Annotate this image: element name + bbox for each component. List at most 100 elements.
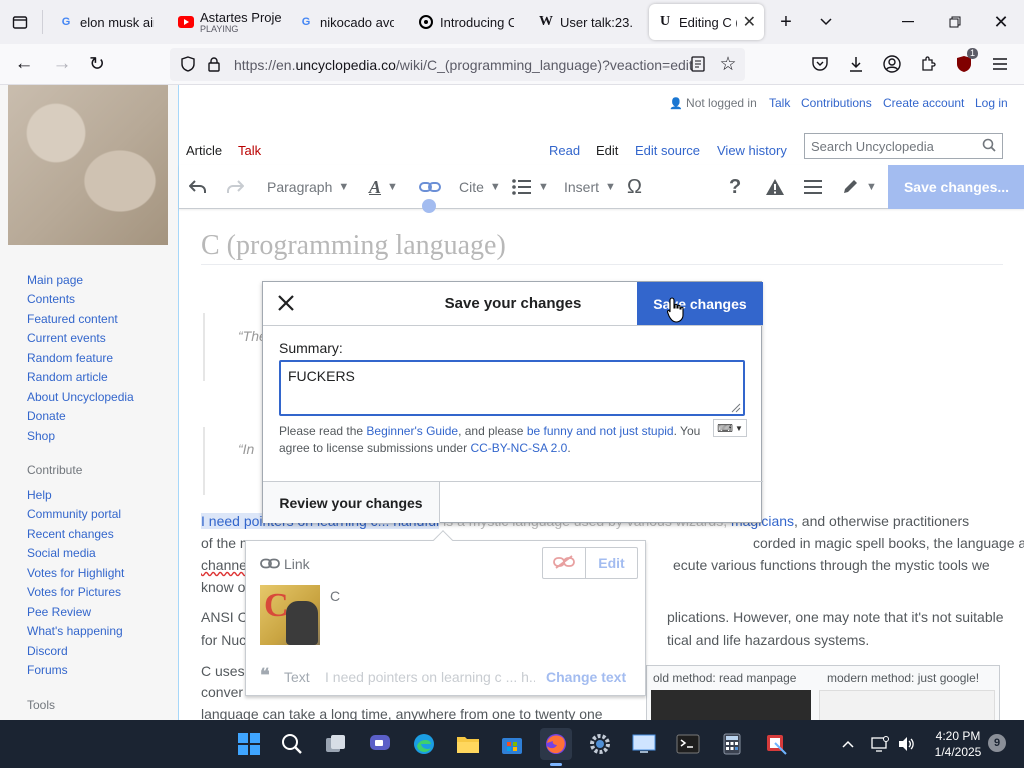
forward-icon[interactable]: →	[50, 52, 74, 76]
sidebar-item-discord[interactable]: Discord	[27, 644, 68, 658]
sidebar-item-featured-content[interactable]: Featured content	[27, 312, 118, 326]
insert-dropdown[interactable]: Insert ▼	[564, 165, 616, 209]
sidebar-item-donate[interactable]: Donate	[27, 409, 66, 423]
pocket-icon[interactable]	[808, 52, 832, 76]
contributions-link[interactable]: Contributions	[801, 96, 872, 110]
back-icon[interactable]: ←	[12, 52, 36, 76]
tab-list-chevron-icon[interactable]	[814, 10, 838, 34]
tab-google-elon[interactable]: G elon musk air	[50, 4, 162, 40]
task-view-icon[interactable]	[320, 728, 352, 760]
chat-icon[interactable]	[364, 728, 396, 760]
close-dialog-button[interactable]	[263, 282, 309, 325]
extensions-icon[interactable]	[916, 52, 940, 76]
edit-mode-switch[interactable]: ▼	[842, 165, 877, 209]
minimize-icon[interactable]	[896, 10, 920, 34]
help-icon[interactable]: ?	[729, 165, 741, 209]
close-window-icon[interactable]: ✕	[989, 10, 1013, 34]
tab-wikipedia[interactable]: W User talk:23.1	[530, 4, 642, 40]
save-changes-toolbar-button[interactable]: Save changes...	[888, 165, 1024, 209]
tab-edit-source[interactable]: Edit source	[635, 143, 700, 158]
url-bar[interactable]: https://en.uncyclopedia.co/wiki/C_(progr…	[170, 48, 745, 81]
save-changes-button[interactable]: Save changes	[637, 282, 763, 325]
tracking-shield-icon[interactable]	[178, 54, 198, 74]
sidebar-item-social-media[interactable]: Social media	[27, 546, 96, 560]
account-icon[interactable]	[880, 52, 904, 76]
bookmark-star-icon[interactable]: ☆	[717, 53, 739, 75]
lock-icon[interactable]	[204, 54, 224, 74]
file-explorer-icon[interactable]	[452, 728, 484, 760]
sidebar-item-forums[interactable]: Forums	[27, 663, 68, 677]
edge-icon[interactable]	[408, 728, 440, 760]
review-changes-button[interactable]: Review your changes	[263, 482, 440, 523]
sidebar-item-current-events[interactable]: Current events	[27, 331, 106, 345]
notices-warning-icon[interactable]	[765, 165, 785, 209]
tab-openai[interactable]: Introducing C	[410, 4, 522, 40]
snip-sketch-icon[interactable]	[760, 728, 792, 760]
tab-overview-icon[interactable]	[8, 10, 32, 34]
network-icon[interactable]	[868, 728, 892, 760]
sidebar-item-random-feature[interactable]: Random feature	[27, 351, 113, 365]
undo-icon[interactable]	[189, 165, 207, 209]
sidebar-item-help[interactable]: Help	[27, 488, 52, 502]
tab-edit[interactable]: Edit	[596, 143, 618, 158]
sidebar-item-shop[interactable]: Shop	[27, 429, 55, 443]
start-windows-icon[interactable]	[233, 728, 265, 760]
wiki-search-input[interactable]: Search Uncyclopedia	[804, 133, 1003, 159]
url-text[interactable]: https://en.uncyclopedia.co/wiki/C_(progr…	[234, 57, 693, 73]
clock[interactable]: 4:20 PM 1/4/2025	[925, 728, 991, 760]
sidebar-item-about[interactable]: About Uncyclopedia	[27, 390, 134, 404]
edit-summary-input[interactable]	[279, 360, 745, 416]
restore-icon[interactable]	[943, 10, 967, 34]
volume-icon[interactable]	[895, 728, 919, 760]
license-link[interactable]: CC-BY-NC-SA 2.0	[470, 441, 567, 455]
snipping-tool-icon[interactable]	[628, 728, 660, 760]
ublock-icon[interactable]: 1	[952, 48, 978, 76]
special-character-icon[interactable]: Ω	[627, 165, 642, 209]
microsoft-store-icon[interactable]	[496, 728, 528, 760]
resize-grip-icon[interactable]	[729, 401, 741, 413]
close-tab-icon[interactable]: ✕	[743, 12, 756, 32]
settings-gear-icon[interactable]	[584, 728, 616, 760]
link-target-title[interactable]: C	[330, 588, 340, 604]
edit-link-button[interactable]: Edit	[586, 547, 638, 579]
be-funny-link[interactable]: be funny and not just stupid	[527, 424, 674, 438]
tab-read[interactable]: Read	[549, 143, 580, 158]
reader-view-icon[interactable]	[688, 54, 708, 74]
new-tab-icon[interactable]: +	[774, 10, 798, 34]
chevron-up-icon[interactable]	[838, 728, 858, 760]
tab-youtube[interactable]: Astartes Proje PLAYING	[170, 4, 282, 40]
sidebar-item-votes-highlight[interactable]: Votes for Highlight	[27, 566, 124, 580]
change-text-button[interactable]: Change text	[546, 669, 626, 685]
taskbar-search-icon[interactable]	[276, 728, 308, 760]
remove-link-button[interactable]	[542, 547, 586, 579]
text-style-dropdown[interactable]: A ▼	[369, 165, 398, 209]
tab-google-nikocado[interactable]: G nikocado avo	[290, 4, 402, 40]
personal-talk-link[interactable]: Talk	[769, 96, 790, 110]
downloads-icon[interactable]	[844, 52, 868, 76]
tab-view-history[interactable]: View history	[717, 143, 787, 158]
terminal-icon[interactable]	[672, 728, 704, 760]
tab-talk[interactable]: Talk	[238, 143, 261, 158]
reload-icon[interactable]: ↻	[85, 52, 109, 76]
article-thumbnail[interactable]: old method: read manpage modern method: …	[646, 665, 1000, 720]
sidebar-item-contents[interactable]: Contents	[27, 292, 75, 306]
sidebar-item-random-article[interactable]: Random article	[27, 370, 108, 384]
sidebar-item-whats-happening[interactable]: What's happening	[27, 624, 123, 638]
beginners-guide-link[interactable]: Beginner's Guide	[366, 424, 458, 438]
calculator-icon[interactable]	[716, 728, 748, 760]
tab-editing-c[interactable]: U Editing C (p ✕	[649, 4, 764, 40]
wiki-logo[interactable]	[8, 85, 168, 245]
notification-badge[interactable]: 9	[988, 734, 1006, 752]
sidebar-item-pee-review[interactable]: Pee Review	[27, 605, 91, 619]
log-in-link[interactable]: Log in	[975, 96, 1008, 110]
sidebar-item-recent-changes[interactable]: Recent changes	[27, 527, 114, 541]
list-dropdown[interactable]: ▼	[512, 165, 549, 209]
sidebar-item-community-portal[interactable]: Community portal	[27, 507, 121, 521]
paragraph-format-dropdown[interactable]: Paragraph ▼	[267, 165, 349, 209]
hamburger-menu-icon[interactable]	[988, 52, 1012, 76]
tab-article[interactable]: Article	[186, 143, 222, 158]
firefox-icon[interactable]	[540, 728, 572, 766]
search-icon[interactable]	[982, 138, 996, 155]
page-options-menu-icon[interactable]	[804, 165, 822, 209]
cite-dropdown[interactable]: Cite ▼	[459, 165, 501, 209]
